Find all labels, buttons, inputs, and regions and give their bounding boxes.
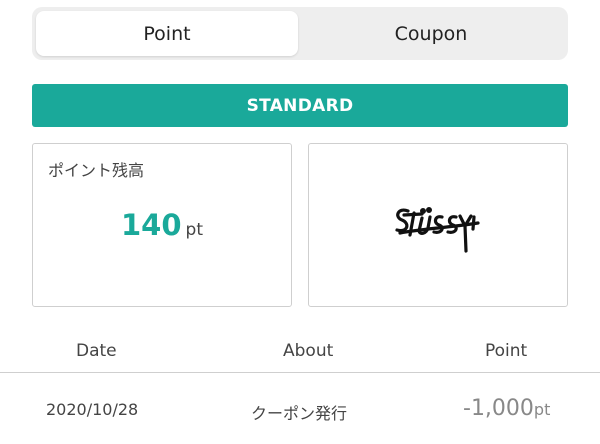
column-header-point: Point (485, 341, 528, 361)
tab-coupon[interactable]: Coupon (298, 11, 564, 56)
balance-unit: pt (185, 220, 203, 240)
point-balance-card: ポイント残高 140 pt (32, 143, 292, 307)
balance-value: 140 pt (33, 208, 291, 242)
column-header-date: Date (76, 341, 117, 361)
tab-point[interactable]: Point (36, 11, 298, 56)
balance-label: ポイント残高 (48, 161, 145, 180)
membership-tier-banner: STANDARD (32, 84, 568, 127)
history-divider (0, 372, 600, 373)
history-row-date: 2020/10/28 (46, 400, 139, 419)
tab-point-label: Point (143, 22, 191, 45)
history-row-point-value: -1,000 (463, 396, 534, 421)
history-row-about: クーポン発行 (251, 404, 348, 423)
history-row-point: -1,000pt (463, 396, 550, 421)
stussy-logo-icon (395, 207, 480, 253)
tier-label: STANDARD (246, 95, 354, 116)
tab-coupon-label: Coupon (394, 22, 468, 45)
segmented-tabs: Point Coupon (32, 7, 568, 60)
brand-logo-card (308, 143, 568, 307)
balance-number: 140 (120, 208, 182, 242)
column-header-about: About (283, 341, 334, 361)
history-row-point-unit: pt (533, 400, 551, 419)
